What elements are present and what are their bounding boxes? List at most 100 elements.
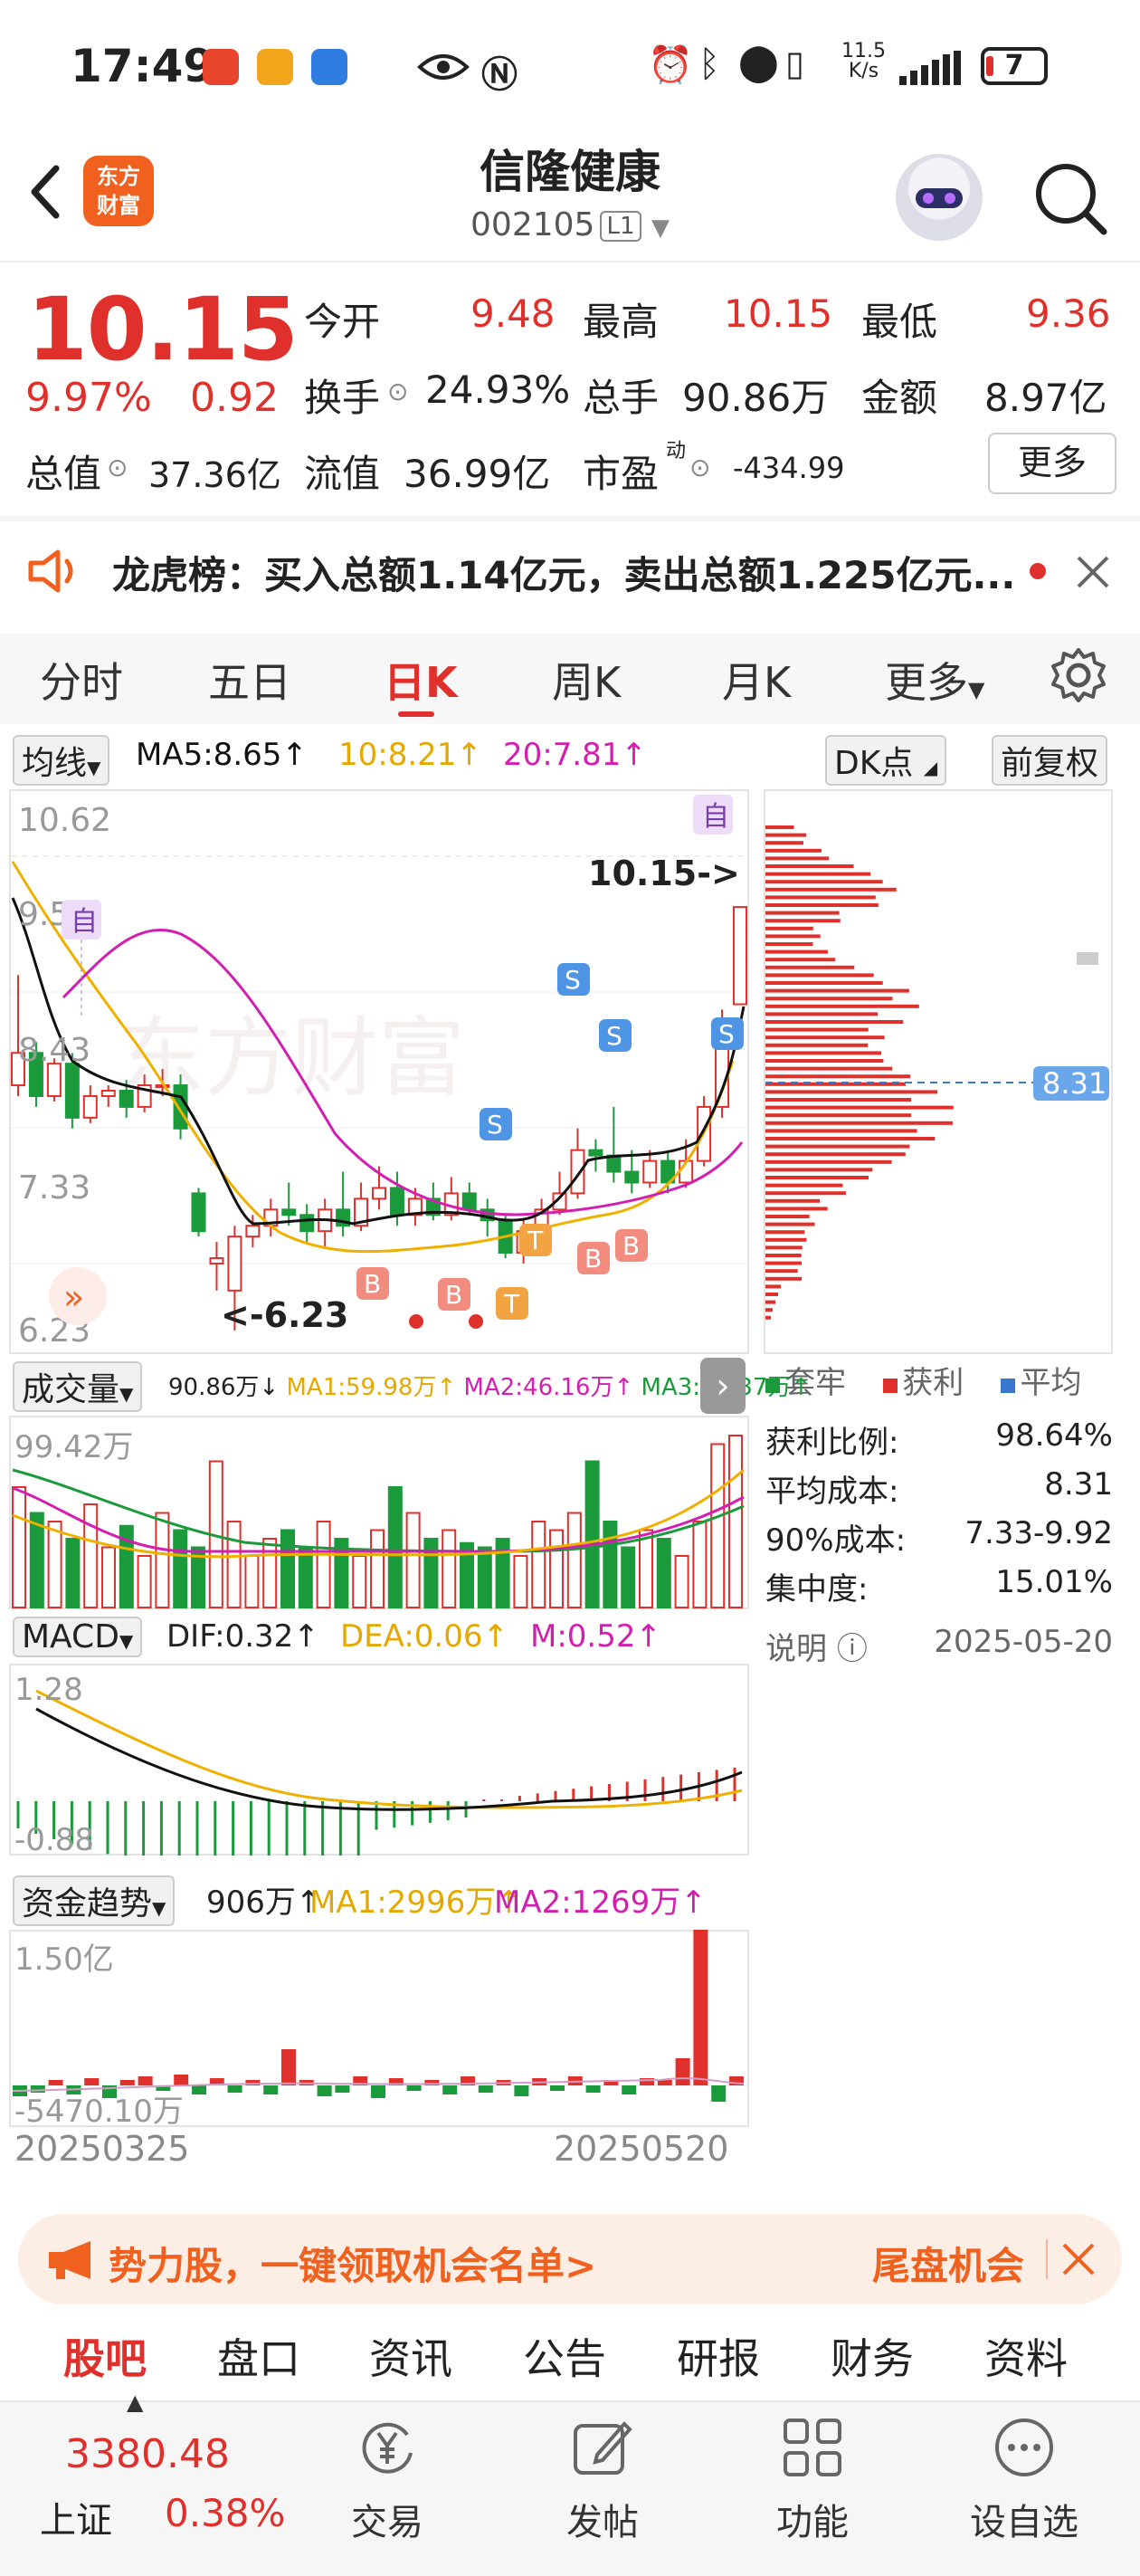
tab-research[interactable]: 研报: [677, 2326, 760, 2386]
svg-text:B: B: [622, 1231, 640, 1261]
capital-trend-selector[interactable]: 资金趋势▼: [13, 1875, 176, 1926]
macd-selector[interactable]: MACD▼: [13, 1617, 143, 1657]
tab-weekly-k[interactable]: 周K: [552, 650, 621, 710]
svg-text:T: T: [527, 1226, 544, 1255]
volume-value: 90.86万: [682, 376, 830, 420]
gear-icon[interactable]: [1050, 646, 1107, 704]
ma-selector[interactable]: 均线▼: [13, 735, 110, 786]
ma10-value: 10:8.21↑: [338, 737, 482, 773]
chip-bar: [765, 841, 803, 845]
tab-finance[interactable]: 财务: [831, 2326, 914, 2386]
tab-guba[interactable]: 股吧: [63, 2326, 147, 2386]
index-change: 0.38%: [165, 2491, 286, 2535]
volume-bar: [566, 1512, 582, 1608]
tab-profile[interactable]: 资料: [984, 2326, 1068, 2386]
capital-bar: [622, 2085, 637, 2094]
float-cap-value: 36.99亿: [404, 452, 551, 496]
volume-bar: [12, 1486, 26, 1608]
legend-swatch: [1001, 1379, 1016, 1393]
close-icon[interactable]: [1075, 554, 1111, 590]
turnover-value: 24.93%: [425, 367, 571, 412]
nav-functions[interactable]: 功能: [740, 2493, 885, 2545]
chip-bar: [765, 1027, 869, 1032]
dragon-tiger-notice[interactable]: 龙虎榜：买入总额1.14亿元，卖出总额1.225亿元...: [0, 521, 1140, 619]
tab-announcements[interactable]: 公告: [523, 2326, 606, 2386]
volume-bar: [173, 1529, 188, 1608]
svg-text:B: B: [364, 1269, 381, 1299]
macd-dea: DEA:0.06↑: [340, 1618, 508, 1655]
tab-monthly-k[interactable]: 月K: [722, 650, 791, 710]
content-tabs: 股吧 盘口 资讯 公告 研报 财务 资料: [0, 2326, 1140, 2399]
volume-bar: [65, 1538, 81, 1608]
volume-selector[interactable]: 成交量▼: [13, 1361, 143, 1412]
tab-news[interactable]: 资讯: [369, 2326, 452, 2386]
promo-banner[interactable]: 势力股，一键领取机会名单> 尾盘机会: [18, 2214, 1122, 2304]
robot-avatar[interactable]: [896, 154, 983, 241]
low-label: 最低: [861, 300, 938, 344]
chip-bar: [765, 1276, 803, 1281]
macd-y-top: 1.28: [14, 1672, 83, 1708]
chip-bar: [765, 926, 813, 930]
chip-bar: [765, 981, 883, 985]
chip-bar: [765, 1230, 805, 1235]
candle: [100, 1090, 116, 1097]
tab-pankou[interactable]: 盘口: [217, 2326, 300, 2386]
search-icon[interactable]: [1031, 159, 1109, 237]
capital-bar: [693, 1930, 708, 2085]
candle: [281, 1208, 297, 1216]
chip-stat-row: 平均成本: 8.31: [765, 1466, 1113, 1510]
explain-link[interactable]: 说明 ⓘ: [765, 1624, 868, 1668]
nav-trade[interactable]: 交易: [315, 2493, 460, 2545]
nav-post[interactable]: 发帖: [530, 2493, 675, 2545]
kline-chart[interactable]: 东方财富 10.62 9.52 8.43 7.33 6.23 10.15-> <…: [9, 789, 749, 1354]
chip-bar: [765, 1315, 771, 1320]
capital-bar: [514, 2085, 529, 2096]
level-badge: L1: [600, 211, 641, 242]
legend-swatch: [883, 1379, 898, 1393]
tab-more[interactable]: 更多▼: [885, 650, 984, 710]
chip-bar: [765, 864, 854, 868]
tab-intraday[interactable]: 分时: [40, 650, 123, 710]
chip-bar: [765, 988, 909, 993]
capital-bar: [335, 2085, 350, 2093]
candle: [624, 1170, 640, 1184]
nav-add-watchlist[interactable]: 设自选: [952, 2493, 1097, 2545]
volume-bar: [226, 1521, 242, 1608]
y-label-4: 7.33: [18, 1169, 90, 1207]
close-icon[interactable]: [1060, 2241, 1097, 2277]
more-button[interactable]: 更多: [988, 433, 1116, 494]
chip-footer: 说明 ⓘ 2025-05-20: [765, 1624, 1113, 1668]
volume-bar: [513, 1555, 528, 1608]
svg-text:B: B: [584, 1244, 602, 1274]
volume-bar: [531, 1521, 546, 1608]
index-value[interactable]: 3380.48: [65, 2431, 230, 2477]
volume-bar: [477, 1546, 492, 1608]
caret-down-icon: ▼: [968, 677, 985, 702]
chip-bar: [765, 1121, 953, 1125]
chip-bar: [765, 958, 836, 962]
caret-down-icon: ▼: [152, 1897, 166, 1919]
capital-y-top: 1.50亿: [14, 1942, 114, 1978]
stock-code: 002105: [470, 206, 595, 243]
adjust-selector[interactable]: 前复权: [992, 735, 1108, 786]
volume-bar: [155, 1512, 170, 1608]
tab-five-day[interactable]: 五日: [208, 650, 291, 710]
capital-bar: [585, 2085, 601, 2093]
divider: [1046, 2239, 1048, 2279]
volume-bar: [101, 1546, 116, 1608]
candle: [642, 1159, 658, 1184]
collapse-panel-button[interactable]: ›: [700, 1358, 746, 1414]
chip-bar: [765, 1222, 815, 1226]
location-icon: ⬤: [738, 42, 779, 83]
chip-bar: [765, 1300, 775, 1304]
float-cap-label: 流值: [304, 452, 381, 496]
dk-point-selector[interactable]: DK点 ◢: [825, 735, 947, 786]
tab-daily-k[interactable]: 日K: [384, 650, 458, 710]
info-icon: ⊙: [107, 453, 128, 482]
capital-ma1: MA1:2996万↑: [309, 1884, 522, 1921]
low-value: 9.36: [1026, 291, 1111, 336]
capital-bar: [711, 2085, 727, 2102]
macd-dif: DIF:0.32↑: [166, 1618, 319, 1655]
volume-bar: [621, 1546, 636, 1608]
capital-ma2: MA2:1269万↑: [494, 1884, 707, 1921]
